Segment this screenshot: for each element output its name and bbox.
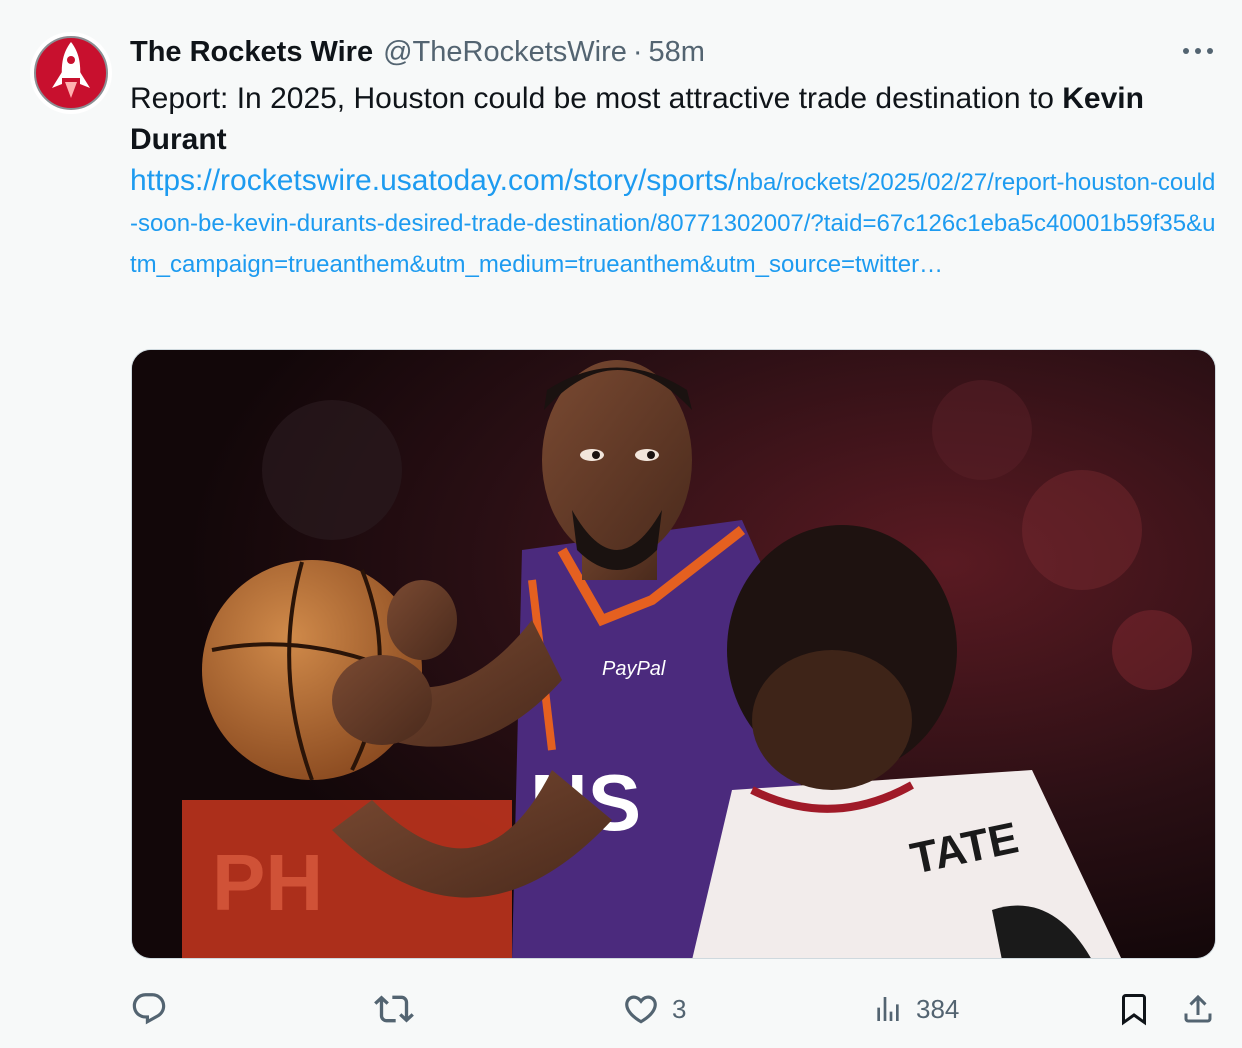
jersey-sponsor: PayPal bbox=[602, 658, 666, 680]
user-handle[interactable]: @TheRocketsWire bbox=[383, 36, 627, 69]
share-button[interactable] bbox=[1180, 984, 1216, 1034]
display-name[interactable]: The Rockets Wire bbox=[130, 36, 373, 69]
bookmark-icon bbox=[1122, 994, 1146, 1026]
retweet-icon bbox=[374, 995, 414, 1023]
reply-icon bbox=[132, 993, 166, 1025]
like-icon bbox=[625, 995, 657, 1024]
more-options-button[interactable] bbox=[1178, 36, 1218, 66]
tweet-text: Report: In 2025, Houston could be most a… bbox=[130, 78, 1190, 160]
tweet: The Rockets Wire @TheRocketsWire · 58m R… bbox=[0, 0, 1242, 1048]
basketball-photo: PH PayPal NS bbox=[132, 350, 1215, 958]
retweet-button[interactable] bbox=[374, 984, 426, 1034]
views-button[interactable]: 384 bbox=[872, 984, 959, 1034]
like-button[interactable]: 3 bbox=[622, 984, 686, 1034]
tweet-link[interactable]: https://rocketswire.usatoday.com/story/s… bbox=[130, 160, 1220, 285]
bookmark-button[interactable] bbox=[1116, 984, 1152, 1034]
avatar-rocket-logo bbox=[31, 33, 111, 113]
avatar[interactable] bbox=[30, 32, 112, 114]
timestamp[interactable]: 58m bbox=[649, 36, 705, 69]
tweet-header: The Rockets Wire @TheRocketsWire · 58m bbox=[130, 32, 705, 72]
more-icon bbox=[1183, 48, 1213, 54]
tweet-text-main: Report: In 2025, Houston could be most a… bbox=[130, 82, 1063, 115]
tweet-link-prefix[interactable]: https://rocketswire.usatoday.com/story/s… bbox=[130, 164, 736, 197]
views-icon bbox=[877, 997, 899, 1021]
header-separator: · bbox=[632, 35, 643, 68]
views-count: 384 bbox=[916, 993, 960, 1024]
share-icon bbox=[1184, 994, 1212, 1023]
reply-button[interactable] bbox=[130, 984, 180, 1034]
like-count: 3 bbox=[672, 993, 687, 1024]
tweet-media-image[interactable]: PH PayPal NS bbox=[131, 349, 1216, 959]
tweet-actions: 3 384 bbox=[0, 984, 1242, 1034]
svg-text:PH: PH bbox=[212, 838, 323, 927]
